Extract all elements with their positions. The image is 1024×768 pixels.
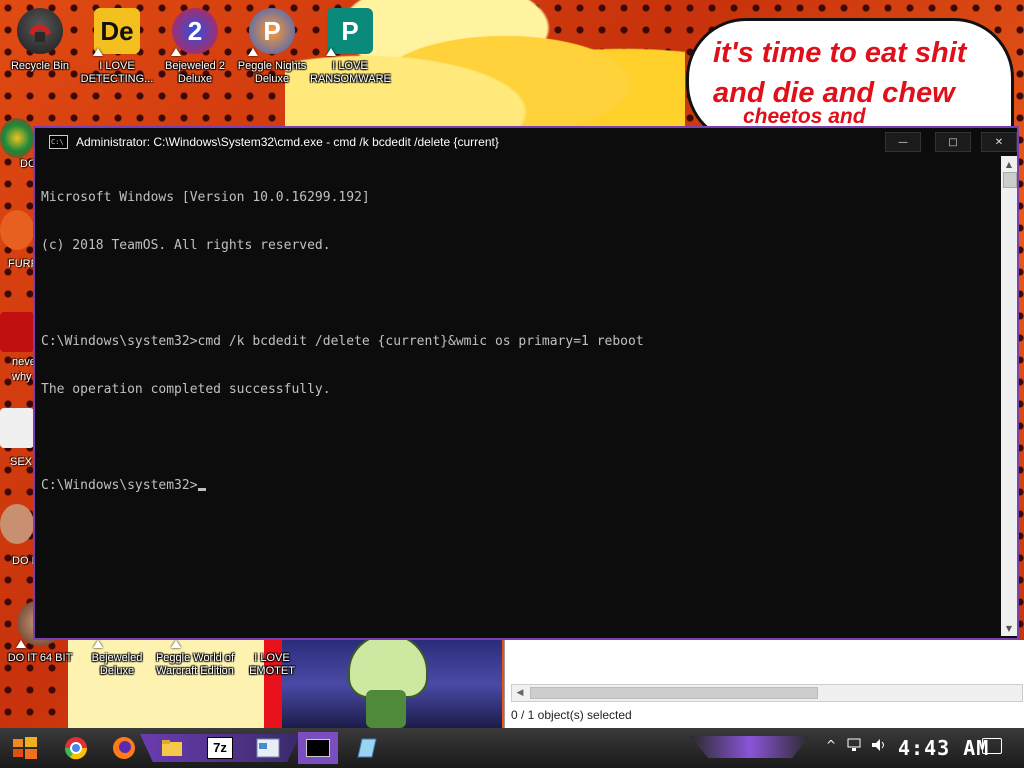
taskbar-decoration	[690, 736, 810, 758]
notification-icon[interactable]	[982, 738, 1002, 754]
taskbar-clock[interactable]: 4:43 AM	[898, 736, 989, 760]
desktop-icon-label: Recycle Bin	[10, 60, 70, 72]
desktop-icon-label: Peggle World of Warcraft Edition	[155, 652, 235, 677]
desktop-icon-portrait-peek[interactable]	[0, 504, 34, 544]
desktop-icon-label: Bejeweled Deluxe	[91, 652, 143, 677]
desktop-icon-sex-peek[interactable]	[0, 408, 34, 448]
scrollbar-thumb[interactable]	[530, 687, 818, 699]
taskbar-control-panel[interactable]	[248, 732, 288, 764]
shortcut-arrow-icon	[16, 640, 26, 648]
horizontal-scrollbar[interactable]: ◀	[511, 684, 1023, 702]
chrome-icon	[64, 737, 88, 760]
desktop-icon-detecting[interactable]: De I LOVE DETECTING...	[77, 8, 157, 86]
console-output[interactable]: Microsoft Windows [Version 10.0.16299.19…	[41, 158, 999, 636]
desktop-icon-peggle-nights[interactable]: P Peggle Nights Deluxe	[232, 8, 312, 86]
desktop-icon-label: DO I	[12, 555, 35, 567]
7zip-icon: 7z	[207, 737, 233, 759]
desktop-icon-label: Peggle Nights Deluxe	[237, 60, 307, 85]
scrollbar-thumb[interactable]	[1003, 172, 1017, 188]
desktop-icon-dc-peek[interactable]	[0, 312, 34, 352]
control-panel-icon	[256, 738, 280, 758]
console-prompt: C:\Windows\system32>	[41, 478, 198, 493]
explorer-window[interactable]: ◀ 0 / 1 object(s) selected	[504, 640, 1024, 728]
desktop-icon-label: why	[12, 371, 32, 383]
character-art	[348, 634, 428, 698]
taskbar-chrome[interactable]	[56, 732, 96, 764]
console-line: Microsoft Windows [Version 10.0.16299.19…	[41, 190, 370, 205]
speech-text-line: it's time to eat shit	[713, 37, 967, 69]
taskbar-firefox[interactable]	[104, 732, 144, 764]
start-icon	[13, 737, 37, 759]
console-line: C:\Windows\system32>cmd /k bcdedit /dele…	[41, 334, 644, 349]
desktop-icon-label: I LOVE EMOTET	[249, 652, 295, 677]
shortcut-arrow-icon	[171, 640, 181, 648]
taskbar: 7z ^ 4:43 AM	[0, 728, 1024, 768]
shortcut-arrow-icon	[248, 48, 258, 56]
taskbar-notepad[interactable]	[346, 732, 386, 764]
desktop-icon-label: SEX	[10, 456, 33, 468]
recycle-bin-icon	[17, 8, 63, 54]
cmd-app-icon: C:\	[49, 135, 68, 149]
shortcut-arrow-icon	[93, 48, 103, 56]
taskbar-file-explorer[interactable]	[152, 732, 192, 764]
console-prompt-line[interactable]: C:\Windows\system32>	[41, 478, 999, 494]
desktop-icon-label: DO IT 64 BIT	[7, 652, 73, 664]
start-button[interactable]	[10, 734, 40, 762]
chevron-up-icon[interactable]: ^	[826, 738, 836, 752]
desktop-icon-recycle-bin[interactable]: Recycle Bin	[0, 8, 80, 73]
desktop-icon-label: Bejeweled 2 Deluxe	[165, 60, 225, 85]
taskbar-cmd[interactable]	[298, 732, 338, 764]
desktop-icon-bejeweled-2[interactable]: 2 Bejeweled 2 Deluxe	[155, 8, 235, 86]
shortcut-arrow-icon	[93, 640, 103, 648]
cmd-window[interactable]: C:\ Administrator: C:\Windows\System32\c…	[33, 126, 1019, 640]
window-title: Administrator: C:\Windows\System32\cmd.e…	[76, 135, 499, 149]
firefox-icon	[113, 737, 135, 759]
text-cursor	[197, 488, 206, 491]
console-line: The operation completed successfully.	[41, 382, 331, 397]
cmd-titlebar[interactable]: C:\ Administrator: C:\Windows\System32\c…	[35, 128, 1017, 156]
folder-icon	[162, 740, 182, 756]
minimize-button[interactable]: —	[885, 132, 921, 152]
notepad-icon	[357, 738, 377, 758]
close-button[interactable]: ✕	[981, 132, 1017, 152]
status-bar-text: 0 / 1 object(s) selected	[511, 708, 632, 722]
taskbar-7zip[interactable]: 7z	[200, 732, 240, 764]
desktop-icon-chrome-peek[interactable]	[0, 118, 34, 158]
volume-icon[interactable]	[870, 738, 888, 755]
scroll-left-icon[interactable]: ◀	[512, 685, 528, 701]
character-art-body	[366, 690, 406, 728]
maximize-button[interactable]: □	[935, 132, 971, 152]
vertical-scrollbar[interactable]: ▲ ▼	[1001, 156, 1017, 636]
desktop-icon-firefox-peek[interactable]	[0, 210, 34, 250]
scroll-down-icon[interactable]: ▼	[1001, 620, 1017, 636]
desktop-icon-label: I LOVE RANSOMWARE	[310, 60, 391, 85]
shortcut-arrow-icon	[171, 48, 181, 56]
desktop-icon-ransomware[interactable]: P I LOVE RANSOMWARE	[310, 8, 391, 86]
desktop-icon-label: I LOVE DETECTING...	[80, 60, 154, 85]
network-icon[interactable]	[846, 738, 864, 755]
scroll-up-icon[interactable]: ▲	[1001, 156, 1017, 172]
console-line: (c) 2018 TeamOS. All rights reserved.	[41, 238, 331, 253]
cmd-icon	[306, 739, 330, 757]
shortcut-arrow-icon	[326, 48, 336, 56]
